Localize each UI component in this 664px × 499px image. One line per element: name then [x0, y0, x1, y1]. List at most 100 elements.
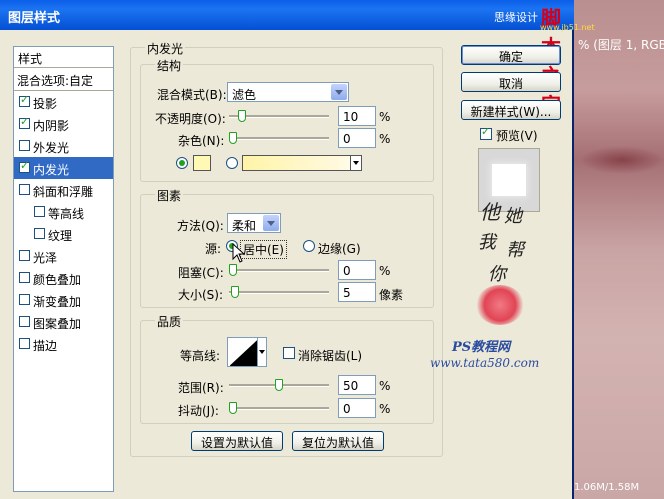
ps-tutorial-watermark: PS教程网 [452, 340, 511, 355]
method-select[interactable]: 柔和 [227, 213, 281, 233]
range-label: 范围(R): [178, 381, 224, 395]
range-slider[interactable] [229, 379, 329, 391]
slider-thumb[interactable] [229, 132, 237, 144]
cancel-button[interactable]: 取消 [461, 72, 561, 92]
style-item[interactable]: 光泽 [14, 245, 113, 267]
preview-checkbox[interactable] [480, 125, 492, 140]
style-item-checkbox[interactable] [19, 316, 30, 327]
make-default-button[interactable]: 设置为默认值 [191, 431, 283, 451]
gradient-picker[interactable] [242, 155, 362, 171]
style-item[interactable]: 投影 [14, 91, 113, 113]
size-unit: 像素 [379, 288, 404, 302]
new-style-button[interactable]: 新建样式(W)... [461, 100, 561, 120]
noise-input[interactable]: 0 [338, 128, 376, 148]
ok-button[interactable]: 确定 [461, 45, 561, 65]
style-item[interactable]: 渐变叠加 [14, 289, 113, 311]
style-item[interactable]: 内发光 [14, 157, 113, 179]
source-label: 源: [205, 242, 222, 256]
blend-options-item[interactable]: 混合选项:自定 [14, 68, 113, 91]
contour-curve-icon [230, 340, 258, 366]
size-label: 大小(S): [178, 288, 224, 302]
style-item-label: 投影 [33, 97, 58, 111]
opacity-label: 不透明度(O): [155, 112, 226, 126]
choke-input[interactable]: 0 [338, 260, 376, 280]
tata-url-watermark: www.tata580.com [430, 356, 540, 370]
style-item-checkbox[interactable] [34, 206, 45, 217]
structure-title: 结构 [155, 57, 184, 74]
noise-label: 杂色(N): [178, 134, 225, 148]
inner-glow-title: 内发光 [145, 40, 186, 57]
jitter-label: 抖动(J): [178, 404, 219, 418]
style-item-checkbox[interactable] [19, 294, 30, 305]
style-item[interactable]: 斜面和浮雕 [14, 179, 113, 201]
style-item-checkbox[interactable] [19, 93, 30, 107]
blend-mode-select[interactable]: 滤色 [227, 82, 349, 102]
site-text: 思缘设计 [494, 11, 538, 24]
style-item-checkbox[interactable] [19, 250, 30, 261]
source-edge-label[interactable]: 边缘(G) [318, 240, 361, 257]
style-item[interactable]: 外发光 [14, 135, 113, 157]
style-item-checkbox[interactable] [34, 228, 45, 239]
style-item[interactable]: 图案叠加 [14, 311, 113, 333]
size-input[interactable]: 5 [338, 282, 376, 302]
style-item[interactable]: 描边 [14, 333, 113, 355]
style-item[interactable]: 等高线 [14, 201, 113, 223]
style-item[interactable]: 内阴影 [14, 113, 113, 135]
jitter-slider[interactable] [229, 402, 329, 414]
style-item-checkbox[interactable] [19, 338, 30, 349]
jitter-unit: % [379, 402, 391, 416]
slider-thumb[interactable] [275, 379, 283, 391]
style-item-checkbox[interactable] [19, 272, 30, 283]
opacity-input[interactable]: 10 [338, 106, 376, 126]
chevron-down-icon[interactable] [350, 156, 361, 170]
style-item-checkbox[interactable] [19, 140, 30, 151]
style-list-header[interactable]: 样式 [14, 47, 113, 68]
style-item[interactable]: 颜色叠加 [14, 267, 113, 289]
elements-title: 图素 [155, 187, 184, 204]
range-unit: % [379, 379, 391, 393]
reset-default-button[interactable]: 复位为默认值 [292, 431, 384, 451]
choke-slider[interactable] [229, 264, 329, 276]
contour-picker[interactable] [227, 337, 267, 367]
style-item-checkbox[interactable] [19, 159, 30, 173]
watermark-logo-sub: www.jb51.net [540, 23, 595, 32]
style-item-label: 颜色叠加 [33, 273, 82, 287]
style-item-label: 图案叠加 [33, 317, 82, 331]
choke-unit: % [379, 264, 391, 278]
slider-thumb[interactable] [238, 110, 246, 122]
glow-color-swatch[interactable] [193, 155, 211, 171]
antialias-label[interactable]: 消除锯齿(L) [298, 347, 362, 364]
choke-label: 阻塞(C): [178, 266, 224, 280]
style-item-label: 外发光 [33, 141, 70, 155]
source-edge-radio[interactable] [303, 240, 315, 252]
layer-style-dialog: 图层样式 思缘设计 脚本之家 www.jb51.net 样式 混合选项:自定 投… [0, 0, 595, 499]
mouse-pointer-icon [232, 243, 246, 263]
opacity-slider[interactable] [229, 110, 329, 122]
style-list: 样式 混合选项:自定 投影内阴影外发光内发光斜面和浮雕等高线纹理光泽颜色叠加渐变… [13, 46, 114, 492]
antialias-checkbox[interactable] [283, 347, 295, 359]
preview-label[interactable]: 预览(V) [496, 127, 538, 144]
style-item[interactable]: 纹理 [14, 223, 113, 245]
style-item-checkbox[interactable] [19, 184, 30, 195]
noise-slider[interactable] [229, 132, 329, 144]
style-item-label: 等高线 [48, 207, 85, 221]
slider-thumb[interactable] [229, 402, 237, 414]
solid-color-radio[interactable] [176, 157, 188, 169]
range-input[interactable]: 50 [338, 375, 376, 395]
canvas-photo: % (图层 1, RGB/ 1.06M/1.58M [572, 0, 664, 499]
style-item-checkbox[interactable] [19, 115, 30, 129]
style-item-label: 光泽 [33, 251, 58, 265]
slider-thumb[interactable] [231, 286, 239, 298]
style-item-label: 渐变叠加 [33, 295, 82, 309]
jitter-input[interactable]: 0 [338, 398, 376, 418]
gradient-radio[interactable] [226, 157, 238, 169]
style-item-label: 斜面和浮雕 [33, 185, 94, 199]
quality-title: 品质 [155, 313, 184, 330]
size-slider[interactable] [229, 286, 329, 298]
style-item-label: 纹理 [48, 229, 73, 243]
source-center-label[interactable]: 居中(E) [240, 240, 287, 259]
style-item-label: 描边 [33, 339, 58, 353]
slider-thumb[interactable] [229, 264, 237, 276]
chevron-down-icon[interactable] [257, 338, 266, 366]
noise-unit: % [379, 132, 391, 146]
